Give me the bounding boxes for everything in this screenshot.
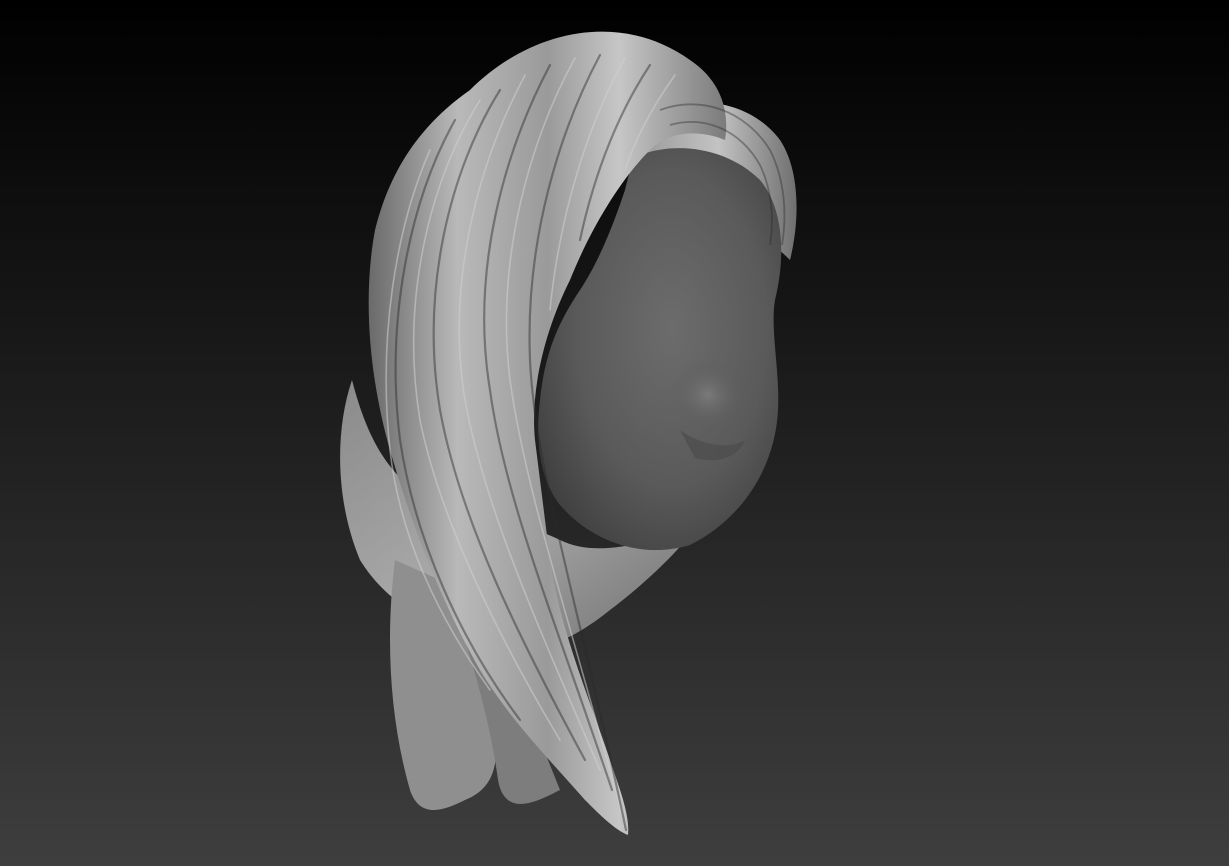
sculpt-viewport[interactable]: [0, 0, 1229, 866]
viewport-canvas[interactable]: [0, 0, 1229, 866]
nose-highlight: [670, 360, 746, 430]
